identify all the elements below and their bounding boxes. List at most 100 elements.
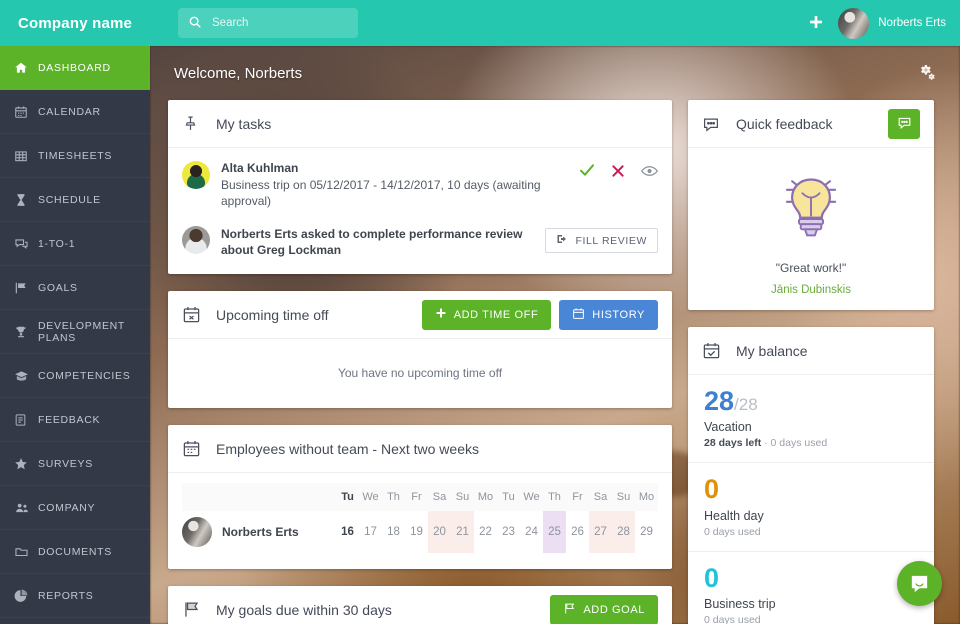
calendar-day-cell[interactable]: 25 — [543, 511, 566, 553]
eye-icon[interactable] — [641, 165, 658, 180]
task-detail: Business trip on 05/12/2017 - 14/12/2017… — [221, 178, 541, 208]
sidebar-item-label: SCHEDULE — [38, 193, 101, 206]
feedback-author[interactable]: Jānis Dubinskis — [702, 284, 920, 296]
calendar-head-row: Tu We Th Fr Sa Su Mo Tu We Th Fr Sa Su Mo — [182, 483, 658, 511]
card-header: Upcoming time off ADD TIME OFF HISTORY — [168, 291, 672, 339]
add-button[interactable] — [808, 13, 824, 34]
feedback-quote: "Great work!" — [775, 261, 847, 275]
sidebar-item-competencies[interactable]: COMPETENCIES — [0, 354, 150, 398]
sidebar-item-company[interactable]: COMPANY — [0, 486, 150, 530]
gears-icon[interactable] — [918, 63, 936, 84]
lightbulb-icon — [768, 178, 854, 253]
sidebar-item-surveys[interactable]: SURVEYS — [0, 442, 150, 486]
history-button[interactable]: HISTORY — [559, 299, 658, 330]
card-header: Quick feedback — [688, 100, 934, 148]
avatar — [182, 517, 212, 547]
sidebar-item-development-plans[interactable]: DEVELOPMENT PLANS — [0, 310, 150, 354]
add-time-off-button[interactable]: ADD TIME OFF — [421, 299, 552, 330]
calendar-weekday: We — [359, 483, 382, 511]
balance-sub: 28 days left · 0 days used — [704, 437, 918, 449]
calendar-day-cell[interactable]: 20 — [428, 511, 451, 553]
calendar-employee-col — [182, 483, 336, 511]
time-off-empty-text: You have no upcoming time off — [337, 366, 503, 380]
sidebar-item-reports[interactable]: REPORTS — [0, 574, 150, 618]
calendar-day-cell[interactable]: 27 — [589, 511, 612, 553]
brand-title[interactable]: Company name — [0, 15, 150, 32]
balance-used: 0 days used — [770, 437, 828, 450]
calendar-day-cell[interactable]: 21 — [451, 511, 474, 553]
card-actions: ADD GOAL — [550, 594, 658, 624]
card-header: My balance — [688, 327, 934, 375]
avatar — [838, 7, 870, 39]
balance-sub: 0 days used — [704, 526, 918, 538]
calendar-day-cell[interactable]: 16 — [336, 511, 359, 553]
give-feedback-button[interactable] — [888, 108, 920, 139]
calendar-day-cell[interactable]: 19 — [405, 511, 428, 553]
calendar-day-cell[interactable]: 26 — [566, 511, 589, 553]
calendar-day-cell[interactable]: 28 — [612, 511, 635, 553]
add-time-off-label: ADD TIME OFF — [453, 308, 539, 321]
hourglass-icon — [14, 193, 38, 207]
sidebar-item-label: SURVEYS — [38, 457, 93, 470]
calendar-weekday: Fr — [405, 483, 428, 511]
sidebar-item-documents[interactable]: DOCUMENTS — [0, 530, 150, 574]
pin-icon — [182, 115, 216, 132]
balance-label: Health day — [704, 508, 764, 523]
balance-value: 28 — [704, 386, 735, 416]
check-icon[interactable] — [579, 163, 595, 181]
sidebar-item-goals[interactable]: GOALS — [0, 266, 150, 310]
sidebar-item-calendar[interactable]: CALENDAR — [0, 90, 150, 134]
right-column: Quick feedback "Great work!" Jānis Dubin… — [688, 100, 934, 624]
fill-review-button[interactable]: FILL REVIEW — [545, 228, 658, 253]
sidebar-item-label: CALENDAR — [38, 105, 101, 118]
task-body: Alta Kuhlman Business trip on 05/12/2017… — [221, 161, 568, 209]
sidebar-item-label: DOCUMENTS — [38, 545, 112, 558]
employees-calendar: Tu We Th Fr Sa Su Mo Tu We Th Fr Sa Su Mo Norberts Er… — [168, 473, 672, 569]
calendar-day-cell[interactable]: 23 — [497, 511, 520, 553]
plus-icon — [435, 307, 447, 322]
calendar-weekday: Tu — [336, 483, 359, 511]
sidebar-item-label: FEEDBACK — [38, 413, 101, 426]
sidebar-item-dashboard[interactable]: DASHBOARD — [0, 46, 150, 90]
calendar-day-cell[interactable]: 22 — [474, 511, 497, 553]
sidebar-item-timesheets[interactable]: TIMESHEETS — [0, 134, 150, 178]
graduation-cap-icon — [14, 369, 38, 383]
calendar-employee-cell: Norberts Erts — [182, 511, 336, 553]
calendar-day-cell[interactable]: 29 — [635, 511, 658, 553]
sidebar-item-label: DASHBOARD — [38, 61, 111, 74]
employee-name[interactable]: Norberts Erts — [222, 525, 299, 539]
cross-icon[interactable] — [611, 164, 625, 181]
history-label: HISTORY — [592, 308, 645, 321]
sign-in-icon — [556, 233, 568, 248]
calendar-day-cell[interactable]: 17 — [359, 511, 382, 553]
task-actions — [579, 161, 658, 181]
balance-used: 0 days used — [704, 525, 761, 538]
calendar-body: Norberts Erts 16 17 18 19 20 21 22 23 24 25 26 27 28 2… — [182, 511, 658, 553]
balance-sub: 0 days used — [704, 614, 918, 624]
sidebar-item-feedback[interactable]: FEEDBACK — [0, 398, 150, 442]
employees-card: Employees without team - Next two weeks … — [168, 425, 672, 569]
user-menu[interactable]: Norberts Erts — [838, 7, 946, 39]
sidebar-item-1-to-1[interactable]: 1-TO-1 — [0, 222, 150, 266]
messenger-icon[interactable] — [897, 561, 942, 606]
sidebar-item-schedule[interactable]: SCHEDULE — [0, 178, 150, 222]
user-name: Norberts Erts — [878, 17, 946, 29]
calendar-day-cell[interactable]: 24 — [520, 511, 543, 553]
balance-value: 0 — [704, 474, 720, 505]
my-tasks-card: My tasks Alta Kuhlman Business trip on 0… — [168, 100, 672, 274]
sidebar-item-label: COMPANY — [38, 501, 96, 514]
calendar-weekday: We — [520, 483, 543, 511]
home-icon — [14, 61, 38, 75]
task-person-name: Alta Kuhlman — [221, 161, 299, 175]
balance-total: /28 — [734, 395, 758, 414]
calendar-day-cell[interactable]: 18 — [382, 511, 405, 553]
folder-icon — [14, 545, 38, 559]
goals-card: My goals due within 30 days ADD GOAL — [168, 586, 672, 624]
avatar — [182, 226, 210, 254]
sidebar-item-label: COMPETENCIES — [38, 369, 131, 382]
calendar-table: Tu We Th Fr Sa Su Mo Tu We Th Fr Sa Su Mo Norberts Er… — [182, 483, 658, 553]
calendar-weekday: Sa — [589, 483, 612, 511]
flag-icon — [563, 602, 576, 618]
add-goal-button[interactable]: ADD GOAL — [550, 594, 658, 624]
search-input[interactable]: Search — [178, 8, 358, 38]
